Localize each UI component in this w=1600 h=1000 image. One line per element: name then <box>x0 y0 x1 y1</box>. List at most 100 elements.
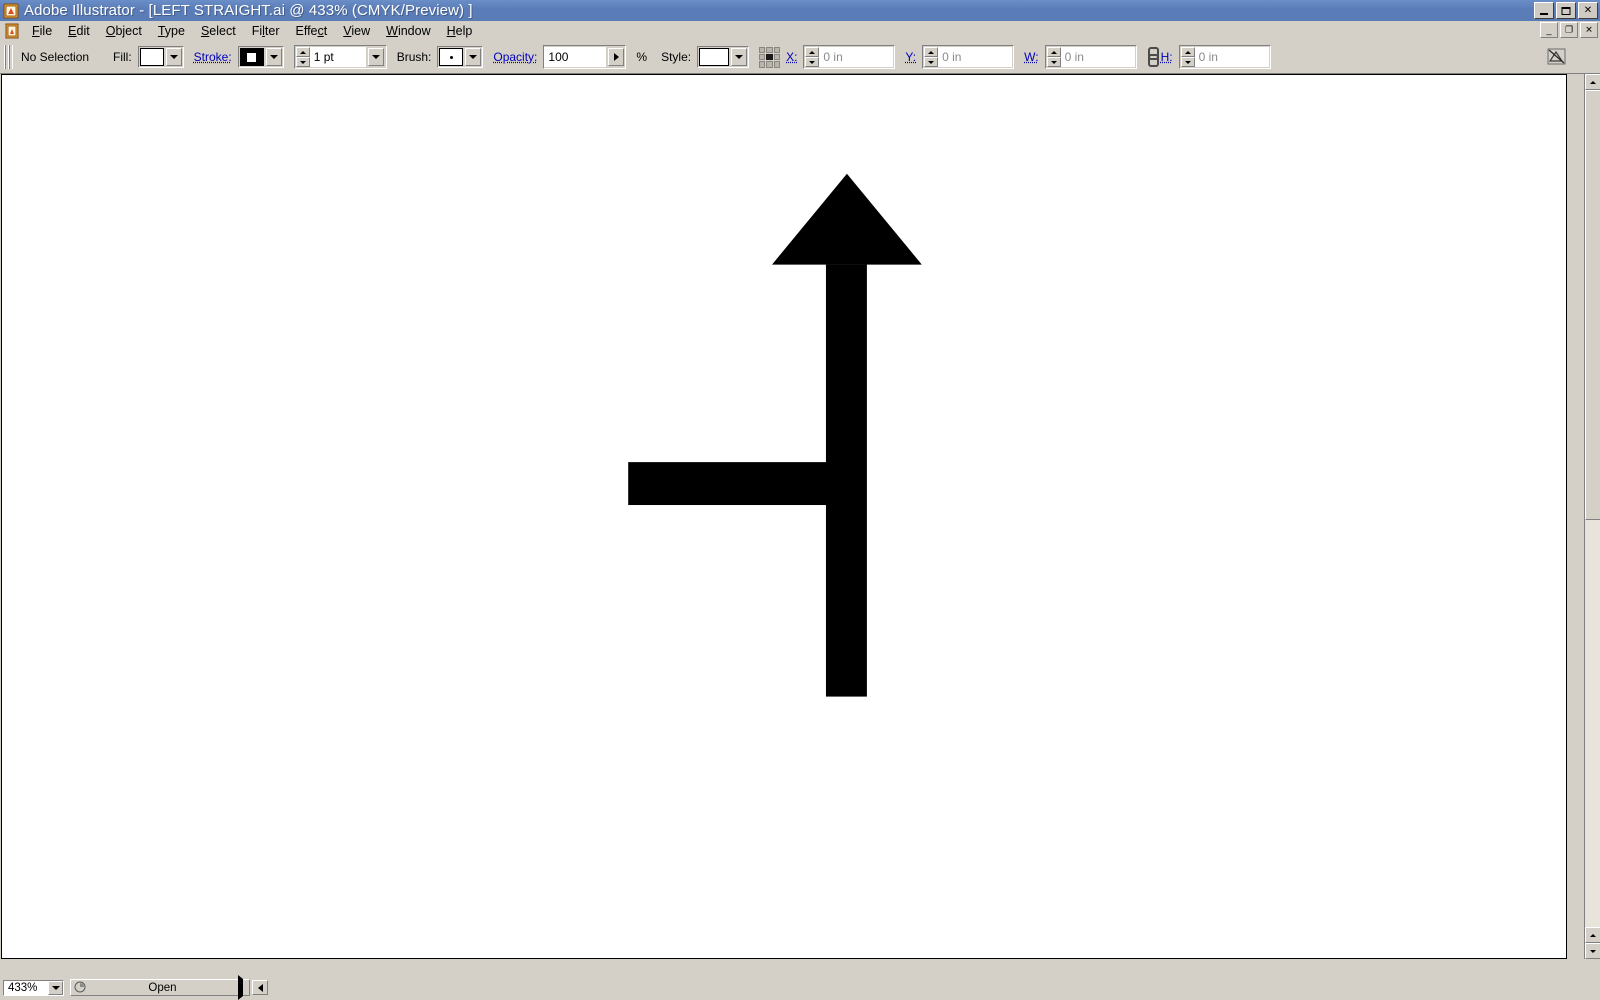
opacity-label[interactable]: Opacity: <box>493 50 537 64</box>
stroke-swatch-control[interactable] <box>238 46 284 68</box>
menu-filter[interactable]: Filter <box>244 22 288 40</box>
close-button[interactable]: ✕ <box>1578 2 1598 19</box>
ref-point-ml[interactable] <box>759 54 765 60</box>
statusbar: 433% Open <box>0 978 1600 997</box>
ref-point-bc[interactable] <box>766 61 772 67</box>
ref-point-tr[interactable] <box>774 47 780 53</box>
ref-point-br[interactable] <box>774 61 780 67</box>
h-stepper[interactable] <box>1181 47 1195 67</box>
style-swatch[interactable] <box>699 48 729 66</box>
menu-file[interactable]: FFileile <box>24 22 60 40</box>
menu-window[interactable]: Window <box>378 22 438 40</box>
w-stepper[interactable] <box>1047 47 1061 67</box>
menu-edit[interactable]: Edit <box>60 22 98 40</box>
artboard-canvas[interactable] <box>1 74 1567 959</box>
y-stepper[interactable] <box>924 47 938 67</box>
stepper-down[interactable] <box>924 57 938 67</box>
chevron-up-icon <box>809 51 815 54</box>
ref-point-tc[interactable] <box>766 47 772 53</box>
chevron-down-icon <box>735 55 743 59</box>
stepper-down[interactable] <box>805 57 819 67</box>
stepper-up[interactable] <box>296 47 310 57</box>
stepper-up[interactable] <box>1047 47 1061 57</box>
w-control[interactable]: 0 in <box>1045 45 1137 69</box>
document-restore-button[interactable]: ❐ <box>1560 22 1578 38</box>
x-control[interactable]: 0 in <box>803 45 895 69</box>
scroll-up-button[interactable] <box>1585 74 1600 90</box>
minimize-button[interactable] <box>1534 2 1554 19</box>
ref-point-center[interactable] <box>766 54 772 60</box>
chevron-up-icon <box>1590 934 1596 937</box>
w-label: W: <box>1024 50 1038 64</box>
brush-swatch[interactable] <box>439 48 463 66</box>
left-straight-arrow[interactable] <box>2 75 1566 958</box>
stroke-weight-control[interactable]: 1 pt <box>294 45 387 69</box>
fill-dropdown-button[interactable] <box>166 48 182 66</box>
chevron-down-icon <box>52 986 60 990</box>
menu-object[interactable]: Object <box>98 22 150 40</box>
stepper-up[interactable] <box>1181 47 1195 57</box>
document-window-controls: _ ❐ ✕ <box>1540 22 1598 38</box>
stepper-down[interactable] <box>1181 57 1195 67</box>
chevron-down-icon <box>809 61 815 64</box>
ref-point-bl[interactable] <box>759 61 765 67</box>
transform-palette-icon[interactable] <box>1546 47 1568 67</box>
y-input[interactable]: 0 in <box>938 47 1012 67</box>
fill-swatch-control[interactable] <box>138 46 184 68</box>
scroll-up-small-button[interactable] <box>1585 927 1600 943</box>
y-label: Y: <box>905 50 916 64</box>
style-dropdown-button[interactable] <box>731 48 747 66</box>
menu-view[interactable]: View <box>335 22 378 40</box>
vertical-scroll-thumb[interactable] <box>1585 90 1600 520</box>
status-indicator[interactable]: Open <box>70 979 250 996</box>
control-panel: No Selection Fill: Stroke: 1 pt Brush: O… <box>0 41 1600 74</box>
scroll-down-button[interactable] <box>1585 943 1600 959</box>
status-next-button[interactable] <box>238 979 243 997</box>
document-close-button[interactable]: ✕ <box>1580 22 1598 38</box>
document-icon[interactable] <box>4 23 20 39</box>
stroke-swatch[interactable] <box>240 48 264 66</box>
opacity-slider-button[interactable] <box>608 48 624 66</box>
maximize-button[interactable] <box>1556 2 1576 19</box>
ref-point-tl[interactable] <box>759 47 765 53</box>
vertical-scrollbar[interactable] <box>1584 74 1600 959</box>
reference-point-widget[interactable] <box>759 47 780 68</box>
chevron-up-icon <box>300 51 306 54</box>
brush-control[interactable] <box>437 46 483 68</box>
chevron-down-icon <box>469 55 477 59</box>
close-icon: ✕ <box>1585 25 1593 36</box>
w-input[interactable]: 0 in <box>1061 47 1135 67</box>
opacity-control[interactable]: 100 <box>543 45 626 69</box>
chain-link-icon[interactable] <box>1147 47 1157 67</box>
h-input[interactable]: 0 in <box>1195 47 1269 67</box>
zoom-dropdown-button[interactable] <box>48 981 63 995</box>
panel-grip[interactable] <box>4 45 13 69</box>
fill-swatch[interactable] <box>140 48 164 66</box>
stepper-down[interactable] <box>1047 57 1061 67</box>
y-control[interactable]: 0 in <box>922 45 1014 69</box>
zoom-control[interactable]: 433% <box>3 980 64 996</box>
status-prev-button[interactable] <box>252 980 268 995</box>
document-minimize-button[interactable]: _ <box>1540 22 1558 38</box>
stroke-weight-dropdown-button[interactable] <box>368 48 384 66</box>
window-titlebar: Adobe Illustrator - [LEFT STRAIGHT.ai @ … <box>0 0 1600 21</box>
stroke-dropdown-button[interactable] <box>266 48 282 66</box>
stepper-down[interactable] <box>296 57 310 67</box>
stroke-weight-stepper[interactable] <box>296 47 310 67</box>
stroke-label[interactable]: Stroke: <box>194 50 232 64</box>
menu-select[interactable]: Select <box>193 22 244 40</box>
stepper-up[interactable] <box>924 47 938 57</box>
ref-point-mr[interactable] <box>774 54 780 60</box>
brush-dropdown-button[interactable] <box>465 48 481 66</box>
menu-help[interactable]: Help <box>439 22 481 40</box>
menu-effect[interactable]: Effect <box>288 22 336 40</box>
opacity-input[interactable]: 100 <box>544 47 606 67</box>
x-input[interactable]: 0 in <box>819 47 893 67</box>
zoom-level-input[interactable]: 433% <box>4 982 48 994</box>
stepper-up[interactable] <box>805 47 819 57</box>
menu-type[interactable]: Type <box>150 22 193 40</box>
x-stepper[interactable] <box>805 47 819 67</box>
stroke-weight-input[interactable]: 1 pt <box>310 47 366 67</box>
style-control[interactable] <box>697 46 749 68</box>
h-control[interactable]: 0 in <box>1179 45 1271 69</box>
